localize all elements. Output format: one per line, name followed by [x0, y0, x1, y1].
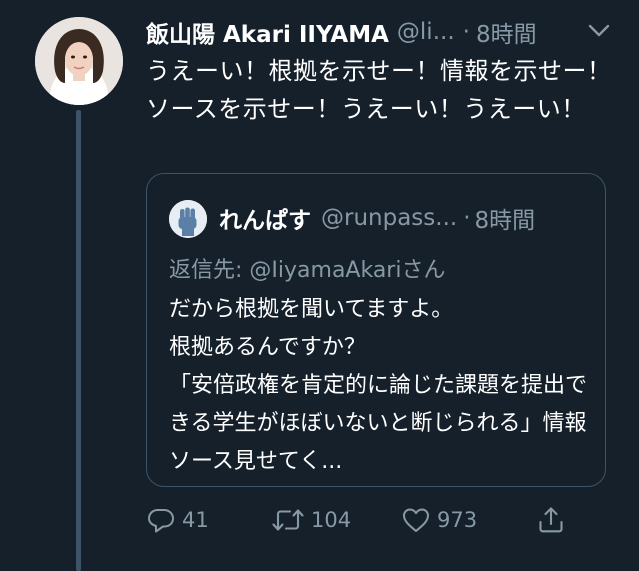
- quoted-text: だから根拠を聞いてますよ。 根拠あるんですか？ 「安倍政権を肯定的に論じた課題を…: [169, 297, 588, 474]
- reply-button[interactable]: 41: [146, 498, 209, 542]
- like-button[interactable]: 973: [401, 498, 477, 542]
- tweet[interactable]: 飯山陽 Akari IIYAMA @li... · 8時間 うえーい！根拠を示せ…: [0, 0, 639, 571]
- share-button[interactable]: [536, 498, 566, 542]
- quoted-tweet[interactable]: れんぱす @runpass... · 8時間 返信先: @IiyamaAkari…: [146, 173, 606, 487]
- replying-to-prefix: 返信先:: [169, 258, 250, 283]
- display-name[interactable]: 飯山陽 Akari IIYAMA: [146, 15, 389, 49]
- quoted-avatar[interactable]: [169, 200, 207, 238]
- replying-to-suffix: さん: [401, 258, 446, 283]
- quoted-display-name[interactable]: れんぱす: [219, 201, 311, 235]
- fist-icon: [169, 200, 207, 238]
- quoted-separator-dot: ·: [463, 205, 471, 231]
- quoted-header: れんぱす @runpass... · 8時間: [219, 198, 599, 238]
- action-bar: 41 104 973: [146, 498, 576, 542]
- separator-dot: ·: [462, 19, 470, 45]
- reply-icon: [148, 509, 174, 533]
- retweet-button[interactable]: 104: [271, 498, 351, 542]
- chevron-down-icon: [588, 24, 610, 37]
- timestamp[interactable]: 8時間: [476, 15, 537, 49]
- avatar[interactable]: [35, 17, 123, 105]
- share-icon: [539, 507, 563, 533]
- replying-to-handle[interactable]: @IiyamaAkari: [249, 258, 401, 283]
- tweet-text: うえーい！根拠を示せー！情報を示せー！ソースを示せー！うえーい！うえーい！: [146, 57, 612, 123]
- handle[interactable]: @li...: [397, 19, 455, 45]
- retweet-icon: [272, 509, 304, 531]
- retweet-count: 104: [311, 508, 352, 532]
- more-options-button[interactable]: [586, 18, 612, 44]
- thread-line: [76, 110, 81, 571]
- avatar-photo: [35, 17, 123, 105]
- tweet-header: 飯山陽 Akari IIYAMA @li... · 8時間: [146, 12, 616, 52]
- like-icon: [403, 508, 429, 532]
- quoted-timestamp[interactable]: 8時間: [475, 201, 536, 235]
- replying-to: 返信先: @IiyamaAkariさん: [169, 252, 445, 284]
- quoted-handle[interactable]: @runpass...: [321, 205, 457, 231]
- like-count: 973: [437, 508, 478, 532]
- reply-count: 41: [182, 508, 209, 532]
